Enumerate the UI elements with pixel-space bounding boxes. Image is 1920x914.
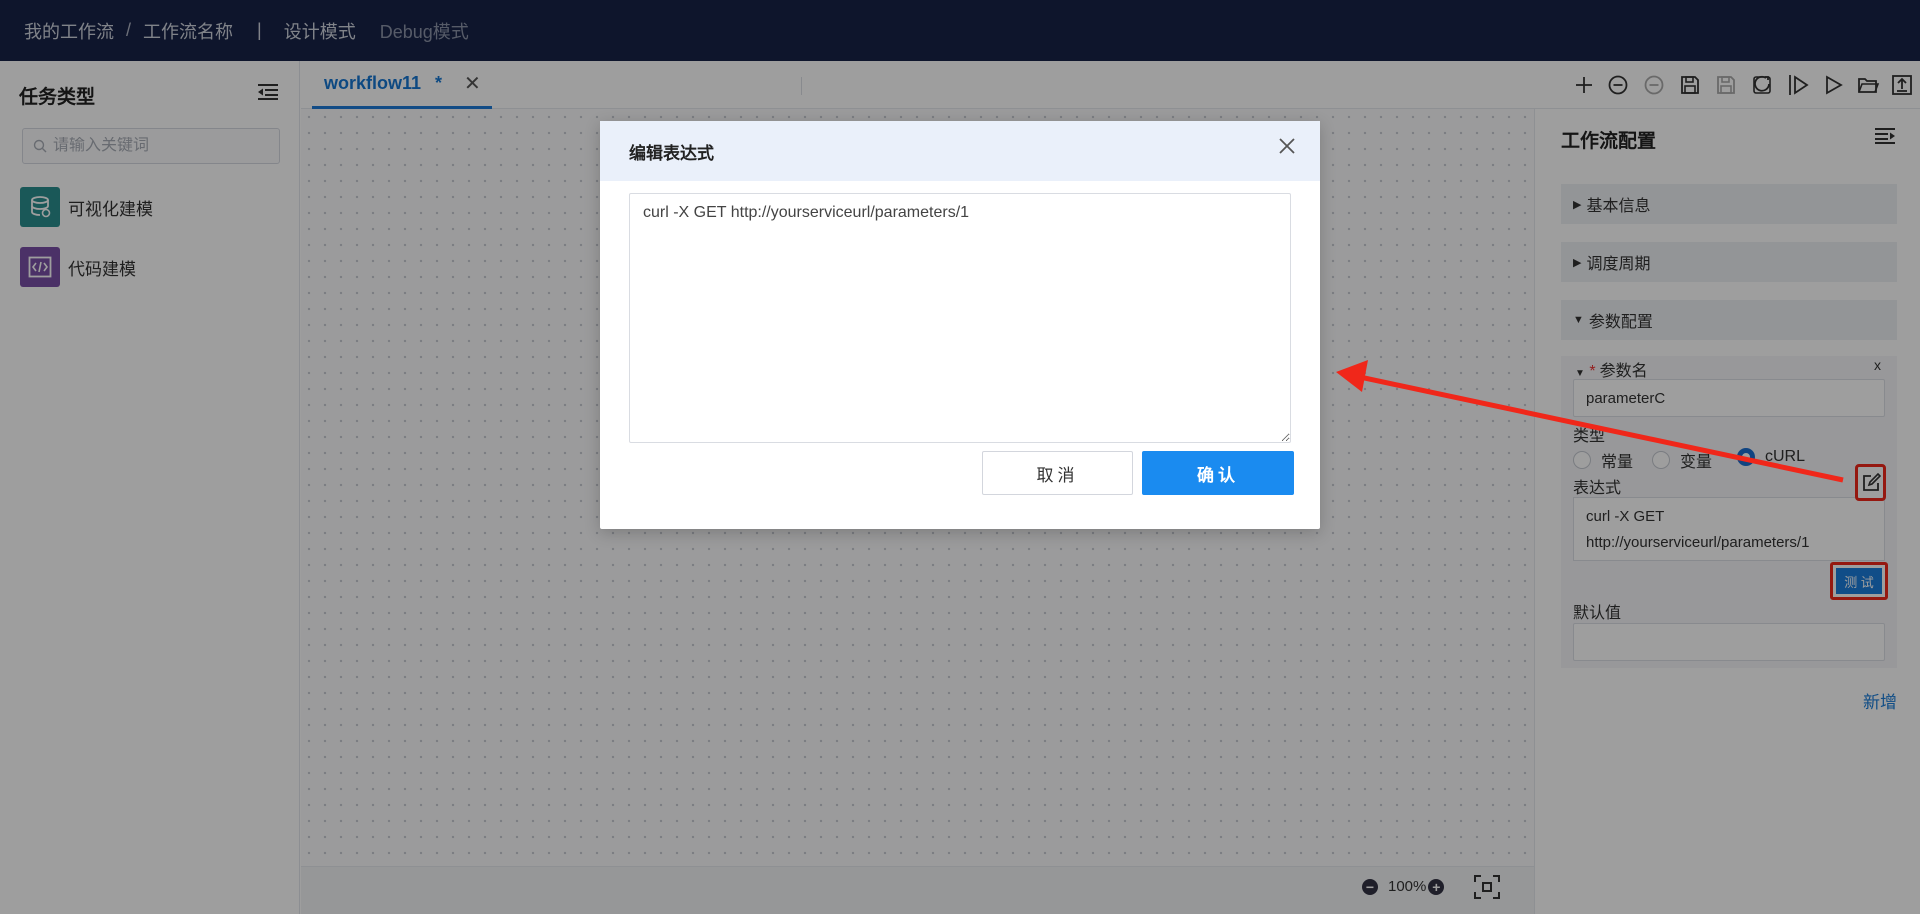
edit-expression-dialog: 编辑表达式 curl -X GET http://yourserviceurl/… xyxy=(600,121,1320,529)
dialog-title: 编辑表达式 xyxy=(600,121,1320,181)
close-icon[interactable] xyxy=(1276,135,1298,157)
expression-textarea[interactable]: curl -X GET http://yourserviceurl/parame… xyxy=(629,193,1291,443)
confirm-button[interactable]: 确认 xyxy=(1142,451,1294,495)
cancel-button[interactable]: 取消 xyxy=(982,451,1133,495)
